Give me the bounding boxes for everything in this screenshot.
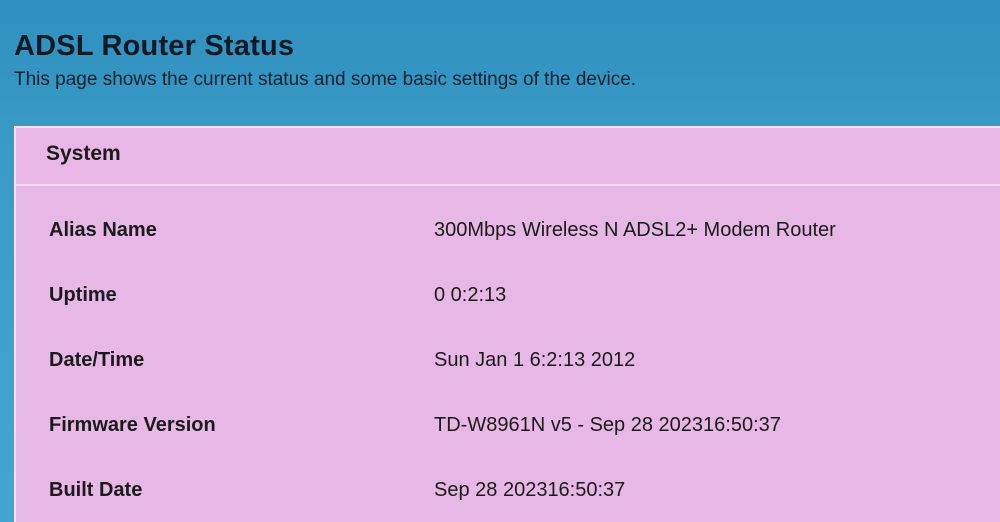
system-info-table: Alias Name 300Mbps Wireless N ADSL2+ Mod… (16, 184, 1000, 509)
date-time-row: Date/Time Sun Jan 1 6:2:13 2012 (16, 314, 1000, 379)
built-date-label: Built Date (49, 479, 143, 501)
system-status-panel: System Alias Name 300Mbps Wireless N ADS… (14, 126, 1000, 522)
date-time-label: Date/Time (49, 349, 145, 371)
alias-name-row: Alias Name 300Mbps Wireless N ADSL2+ Mod… (16, 184, 1000, 249)
firmware-version-row: Firmware Version TD-W8961N v5 - Sep 28 2… (16, 379, 1000, 444)
uptime-row: Uptime 0 0:2:13 (16, 249, 1000, 314)
uptime-label: Uptime (49, 284, 117, 306)
firmware-version-value: TD-W8961N v5 - Sep 28 202316:50:37 (434, 414, 781, 436)
page-header: ADSL Router Status This page shows the c… (14, 30, 636, 91)
system-section-header: System (16, 128, 1000, 186)
built-date-value: Sep 28 202316:50:37 (434, 479, 626, 501)
alias-name-value: 300Mbps Wireless N ADSL2+ Modem Router (434, 219, 836, 241)
firmware-version-label: Firmware Version (49, 414, 216, 436)
built-date-row: Built Date Sep 28 202316:50:37 (16, 444, 1000, 509)
system-section-title: System (46, 142, 121, 165)
page-description: This page shows the current status and s… (14, 69, 637, 90)
alias-name-label: Alias Name (49, 219, 157, 241)
uptime-value: 0 0:2:13 (434, 284, 507, 306)
date-time-value: Sun Jan 1 6:2:13 2012 (434, 349, 636, 371)
page-title: ADSL Router Status (14, 30, 295, 62)
